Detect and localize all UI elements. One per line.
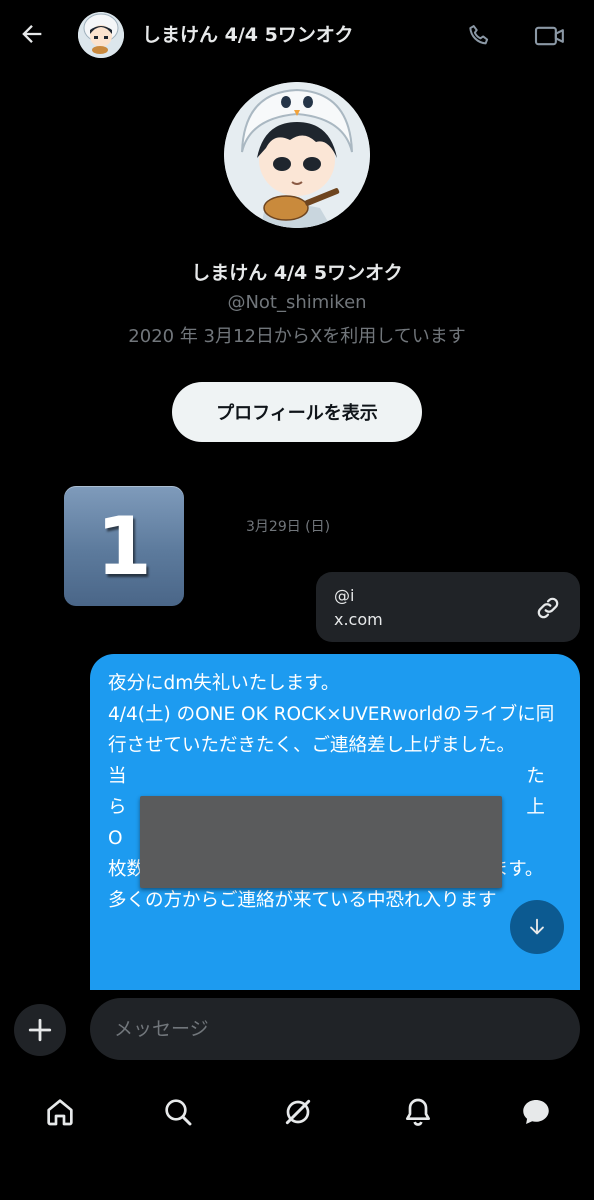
nav-home[interactable] [40,1092,80,1132]
back-button[interactable] [14,16,50,52]
link-card[interactable]: @i x.com [316,572,580,642]
phone-icon [469,25,489,45]
arrow-down-icon [530,918,544,935]
plus-icon [28,1018,52,1042]
scroll-to-bottom-button[interactable] [510,900,564,954]
number-badge-label: 1 [96,499,152,593]
view-profile-button[interactable]: プロフィールを表示 [172,382,422,442]
nav-notifications[interactable] [398,1092,438,1132]
profile-avatar[interactable] [224,82,370,228]
bell-icon [406,1098,430,1126]
nav-search[interactable] [158,1092,198,1132]
video-call-button[interactable] [530,18,570,54]
search-icon [165,1099,192,1126]
messages-icon [523,1099,549,1125]
joined-date: 2020 年 3月12日からXを利用しています [128,326,466,347]
nav-messages[interactable] [516,1092,556,1132]
home-icon [47,1099,73,1126]
link-icon [534,594,562,622]
arrow-left-icon [22,25,42,43]
nav-grok[interactable] [278,1092,318,1132]
add-attachment-button[interactable] [14,1004,66,1056]
number-badge: 1 [64,486,184,606]
redaction-block [140,796,502,888]
profile-handle: @Not_shimiken [227,292,367,313]
call-button[interactable] [462,18,498,54]
date-separator: 3月29日 (日) [246,519,331,535]
link-card-title: @i [334,586,355,605]
link-card-domain: x.com [334,610,383,629]
grok-icon [285,1099,311,1125]
header-title: しまけん 4/4 5ワンオク [142,24,354,46]
bottom-nav [0,1070,594,1200]
profile-name: しまけん 4/4 5ワンオク [191,262,403,284]
message-input[interactable] [90,998,580,1060]
video-camera-icon [534,26,564,46]
top-bar: しまけん 4/4 5ワンオク [0,0,594,72]
header-avatar[interactable] [78,12,124,58]
